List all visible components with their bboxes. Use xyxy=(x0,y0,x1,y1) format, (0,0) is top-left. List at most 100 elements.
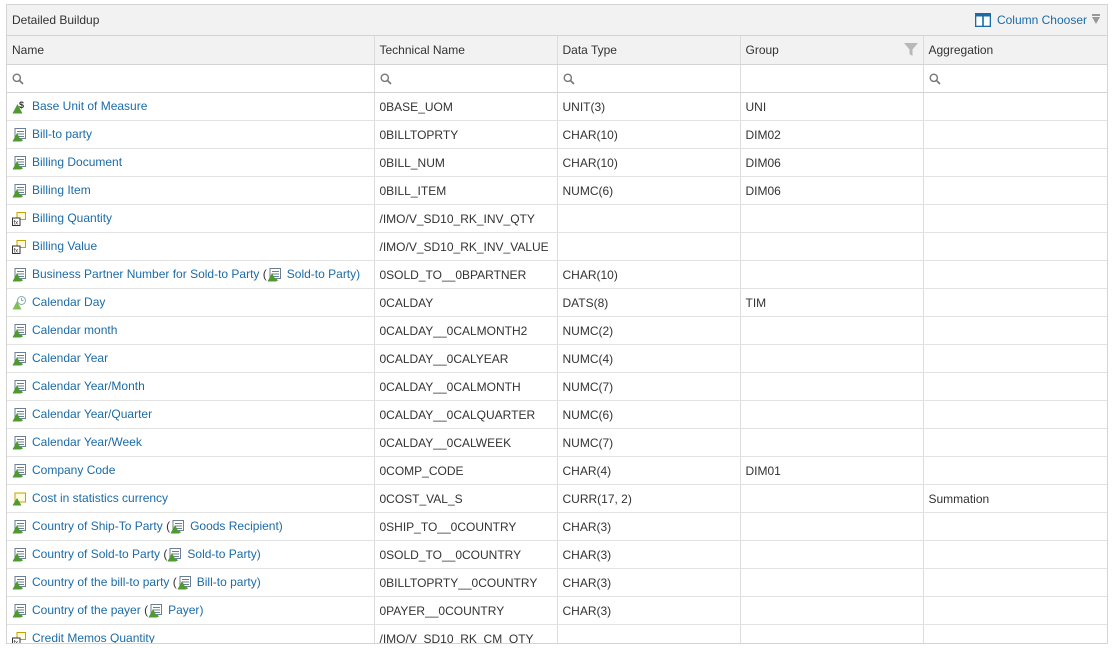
cell-name: Bill-to party xyxy=(7,120,375,149)
cell-technical-name: 0COST_VAL_S xyxy=(374,484,558,513)
object-link[interactable]: Billing Value xyxy=(32,239,97,253)
table-row[interactable]: Billing Document 0BILL_NUM CHAR(10) DIM06 xyxy=(7,148,1107,177)
object-link[interactable]: Calendar Year/Quarter xyxy=(32,407,152,421)
object-link[interactable]: Calendar month xyxy=(32,323,117,337)
cell-technical-name: 0BILLTOPRTY__0COUNTRY xyxy=(374,568,558,597)
cell-name: Calendar month xyxy=(7,316,375,345)
panel-header: Detailed Buildup Column Chooser xyxy=(7,5,1107,36)
object-link[interactable]: Calendar Year/Week xyxy=(32,435,142,449)
cell-name: Calendar Year/Month xyxy=(7,372,375,401)
cell-group xyxy=(740,232,924,261)
column-header-name[interactable]: Name xyxy=(7,36,375,65)
column-header-technical-name[interactable]: Technical Name xyxy=(374,36,558,65)
table-row[interactable]: fx Credit Memos Quantity/IMO/V_SD10_RK_CM… xyxy=(7,624,1107,643)
table-row[interactable]: fx Billing Value/IMO/V_SD10_RK_INV_VALUE xyxy=(7,232,1107,261)
cell-technical-name: 0CALDAY__0CALYEAR xyxy=(374,344,558,373)
cell-aggregation xyxy=(923,176,1107,205)
filter-cell-name[interactable] xyxy=(7,64,375,93)
cell-group xyxy=(740,260,924,289)
object-link[interactable]: Calendar Year xyxy=(32,351,108,365)
filter-icon[interactable] xyxy=(903,43,918,57)
table-row[interactable]: Calendar Day 0CALDAY DATS(8) TIM xyxy=(7,288,1107,317)
object-link[interactable]: Country of the payer xyxy=(32,603,141,617)
cell-name: Country of the bill-to party (Bill-to pa… xyxy=(7,568,375,597)
column-header-group[interactable]: Group xyxy=(740,36,924,65)
filter-cell-data-type[interactable] xyxy=(557,64,741,93)
table-row[interactable]: Country of the bill-to party (Bill-to pa… xyxy=(7,568,1107,597)
table-row[interactable]: Calendar Year/Month 0CALDAY__0CALMONTH NUM… xyxy=(7,372,1107,401)
characteristic-icon xyxy=(12,127,26,142)
column-header-data-type[interactable]: Data Type xyxy=(557,36,741,65)
characteristic-icon xyxy=(12,463,26,478)
object-link[interactable]: Credit Memos Quantity xyxy=(32,631,155,643)
table-row[interactable]: Calendar month 0CALDAY__0CALMONTH2 NUMC(2) xyxy=(7,316,1107,345)
filter-cell-group[interactable] xyxy=(740,64,924,93)
reference-link[interactable]: Payer xyxy=(168,603,199,617)
filter-cell-technical-name[interactable] xyxy=(374,64,558,93)
column-chooser-label: Column Chooser xyxy=(996,13,1087,27)
cell-data-type: DATS(8) xyxy=(557,288,741,317)
reference-link[interactable]: Sold-to Party xyxy=(187,547,256,561)
table-row[interactable]: Cost in statistics currency 0COST_VAL_S CU… xyxy=(7,484,1107,513)
filter-cell-aggregation[interactable] xyxy=(923,64,1107,93)
object-link[interactable]: Calendar Year/Month xyxy=(32,379,145,393)
cell-data-type: CHAR(3) xyxy=(557,540,741,569)
cell-data-type: NUMC(4) xyxy=(557,344,741,373)
cell-group xyxy=(740,540,924,569)
object-link[interactable]: Base Unit of Measure xyxy=(32,99,147,113)
cell-name: Calendar Year/Week xyxy=(7,428,375,457)
object-link[interactable]: Bill-to party xyxy=(32,127,92,141)
cell-data-type: CHAR(3) xyxy=(557,596,741,625)
table-row[interactable]: Country of Ship-To Party (Goods Recipien… xyxy=(7,512,1107,541)
cell-data-type: NUMC(7) xyxy=(557,428,741,457)
object-link[interactable]: Billing Document xyxy=(32,155,122,169)
paren-close: ) xyxy=(199,603,204,618)
cell-group xyxy=(740,624,924,643)
cell-group: UNI xyxy=(740,92,924,121)
reference-link[interactable]: Bill-to party xyxy=(197,575,257,589)
column-chooser-button[interactable]: Column Chooser xyxy=(974,13,1101,27)
table-row[interactable]: $ Base Unit of Measure 0BASE_UOM UNIT(3) UNI xyxy=(7,92,1107,121)
cell-data-type: UNIT(3) xyxy=(557,92,741,121)
cell-technical-name: 0SHIP_TO__0COUNTRY xyxy=(374,512,558,541)
dropdown-arrow-icon[interactable] xyxy=(1091,14,1101,26)
object-link[interactable]: Billing Quantity xyxy=(32,211,112,225)
column-header-aggregation[interactable]: Aggregation xyxy=(923,36,1107,65)
table-row[interactable]: Country of Sold-to Party (Sold-to Party)… xyxy=(7,540,1107,569)
object-link[interactable]: Company Code xyxy=(32,463,115,477)
table-row[interactable]: Bill-to party 0BILLTOPRTY CHAR(10) DIM02 xyxy=(7,120,1107,149)
cell-group: DIM06 xyxy=(740,148,924,177)
cell-name: Country of Sold-to Party (Sold-to Party) xyxy=(7,540,375,569)
cell-name: fx Credit Memos Quantity xyxy=(7,624,375,643)
table-row[interactable]: Calendar Year/Quarter 0CALDAY__0CALQUARTE… xyxy=(7,400,1107,429)
paren-close: ) xyxy=(278,519,283,534)
object-link[interactable]: Country of the bill-to party xyxy=(32,575,169,589)
object-link[interactable]: Country of Sold-to Party xyxy=(32,547,160,561)
object-link[interactable]: Cost in statistics currency xyxy=(32,491,168,505)
cell-data-type xyxy=(557,232,741,261)
table-row[interactable]: Country of the payer (Payer) 0PAYER__0COU… xyxy=(7,596,1107,625)
object-link[interactable]: Country of Ship-To Party xyxy=(32,519,163,533)
table-row[interactable]: fx Billing Quantity/IMO/V_SD10_RK_INV_QTY xyxy=(7,204,1107,233)
svg-text:$: $ xyxy=(19,100,24,110)
object-link[interactable]: Business Partner Number for Sold-to Part… xyxy=(32,267,259,281)
table-row[interactable]: Business Partner Number for Sold-to Part… xyxy=(7,260,1107,289)
characteristic-icon xyxy=(12,519,26,534)
cell-group: DIM06 xyxy=(740,176,924,205)
calculated-keyfigure-icon: fx xyxy=(12,631,26,643)
table-row[interactable]: Company Code 0COMP_CODE CHAR(4) DIM01 xyxy=(7,456,1107,485)
object-link[interactable]: Billing Item xyxy=(32,183,91,197)
cell-data-type: NUMC(6) xyxy=(557,176,741,205)
reference-link[interactable]: Goods Recipient xyxy=(190,519,279,533)
table-row[interactable]: Calendar Year 0CALDAY__0CALYEAR NUMC(4) xyxy=(7,344,1107,373)
cell-data-type: CHAR(10) xyxy=(557,148,741,177)
cell-technical-name: /IMO/V_SD10_RK_CM_QTY xyxy=(374,624,558,643)
cell-group xyxy=(740,484,924,513)
object-link[interactable]: Calendar Day xyxy=(32,295,105,309)
cell-aggregation xyxy=(923,260,1107,289)
table-row[interactable]: Calendar Year/Week 0CALDAY__0CALWEEK NUMC(… xyxy=(7,428,1107,457)
cell-group: DIM01 xyxy=(740,456,924,485)
reference-link[interactable]: Sold-to Party xyxy=(287,267,356,281)
table-row[interactable]: Billing Item 0BILL_ITEM NUMC(6) DIM06 xyxy=(7,176,1107,205)
cell-aggregation xyxy=(923,400,1107,429)
